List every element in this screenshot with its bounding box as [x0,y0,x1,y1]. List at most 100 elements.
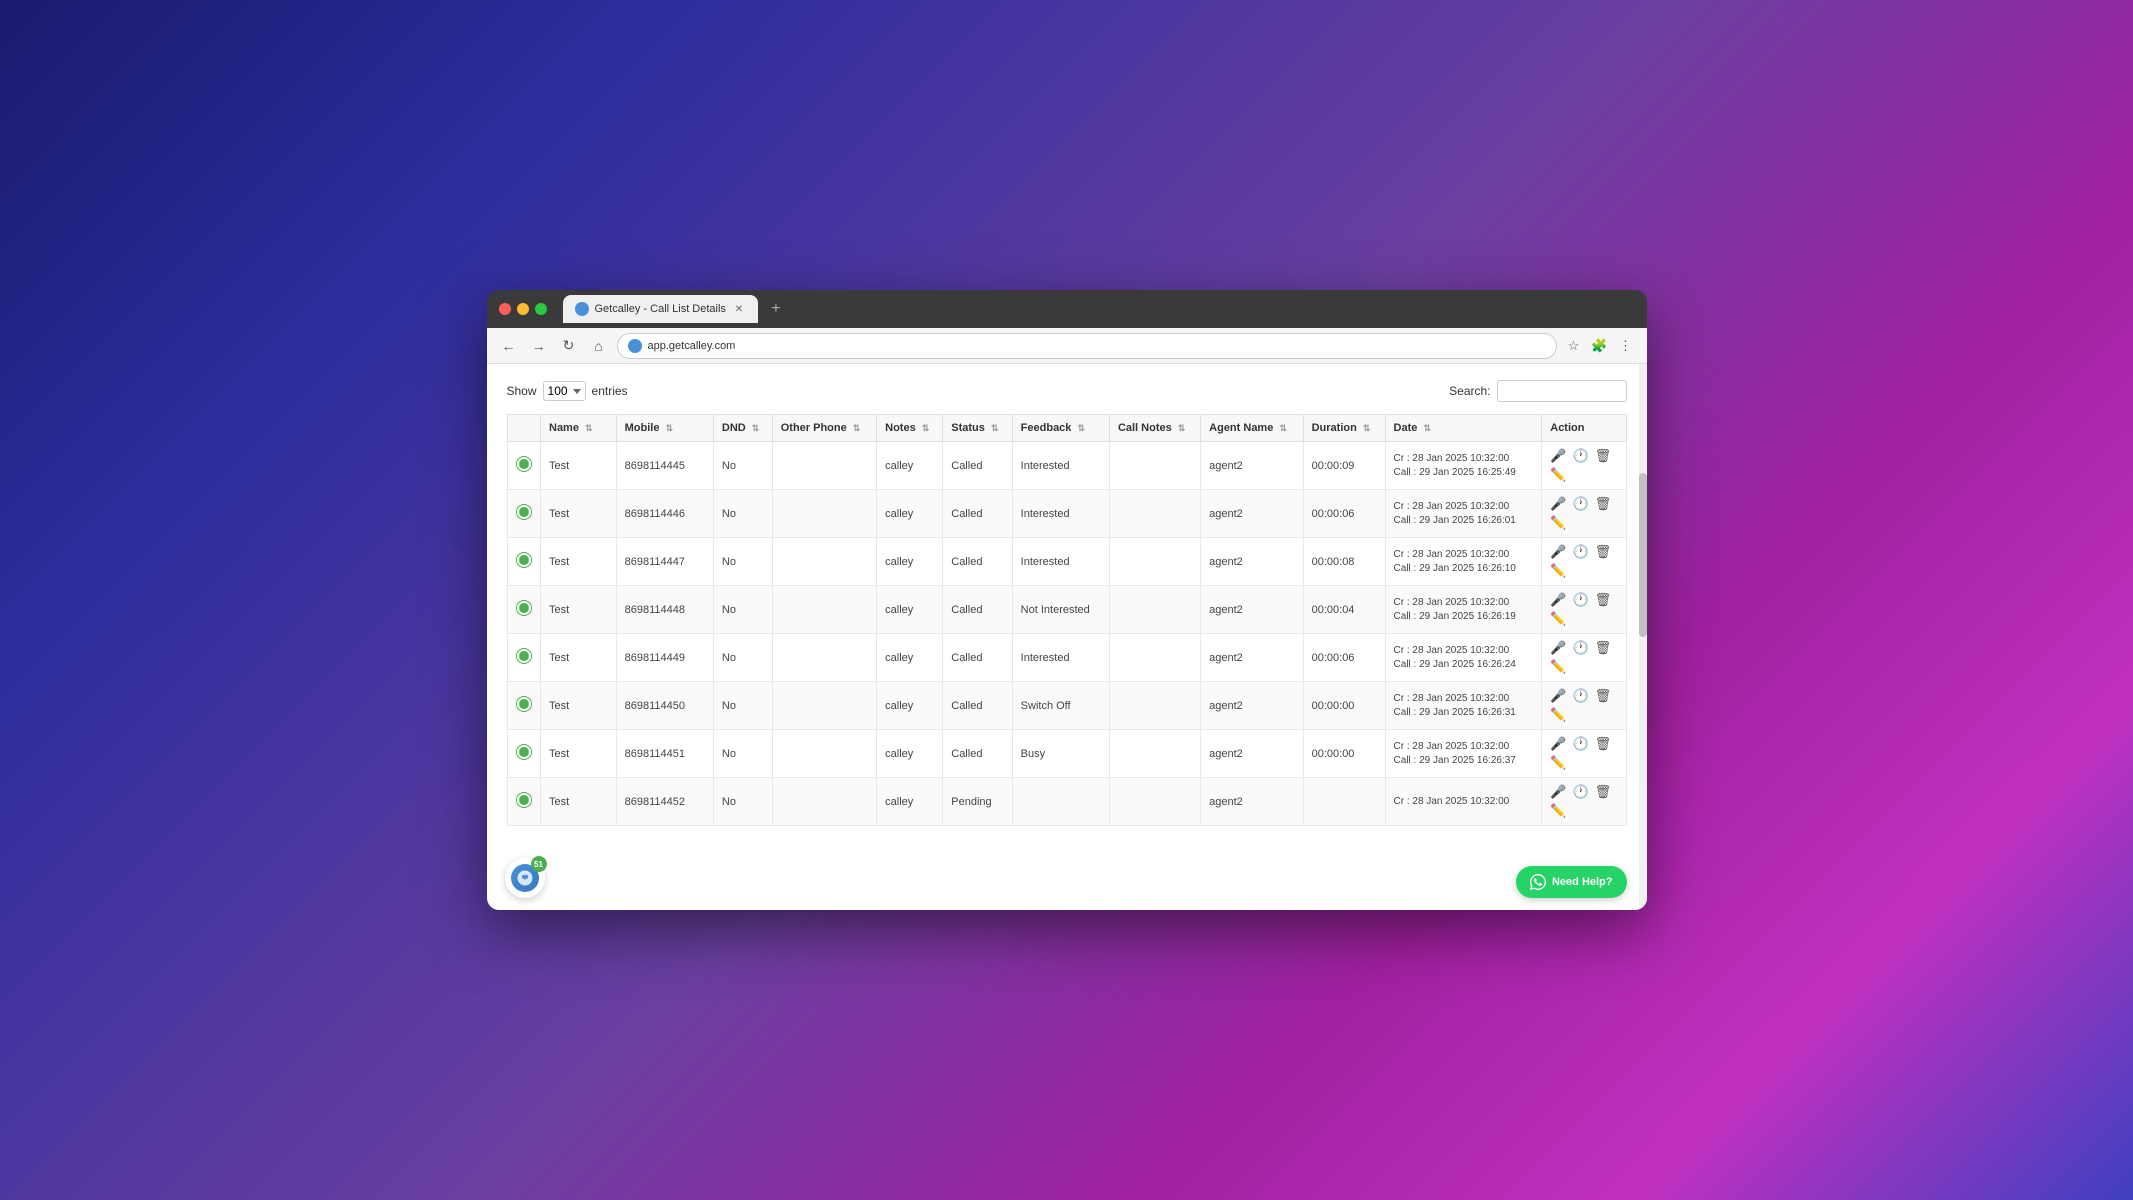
status-dot [517,793,531,807]
history-icon[interactable]: 🕐 [1572,544,1588,560]
address-favicon [628,339,642,353]
microphone-icon[interactable]: 🎤 [1550,496,1566,512]
microphone-icon[interactable]: 🎤 [1550,592,1566,608]
row-mobile: 8698114450 [616,682,713,730]
history-icon[interactable]: 🕐 [1572,640,1588,656]
delete-icon[interactable]: 🗑 [1595,448,1612,464]
th-date[interactable]: Date ⇅ [1385,415,1542,442]
row-agent-name: agent2 [1201,730,1303,778]
microphone-icon[interactable]: 🎤 [1550,688,1566,704]
history-icon[interactable]: 🕐 [1572,496,1588,512]
row-indicator-cell [507,586,541,634]
edit-icon[interactable]: ✏️ [1550,755,1566,771]
microphone-icon[interactable]: 🎤 [1550,544,1566,560]
table-row: Test8698114448NocalleyCalledNot Interest… [507,586,1626,634]
row-other-phone [772,442,876,490]
delete-icon[interactable]: 🗑 [1595,736,1612,752]
row-notes: calley [877,586,943,634]
delete-icon[interactable]: 🗑 [1595,592,1612,608]
toolbar-icons: ☆ 🧩 ⋮ [1563,335,1637,357]
forward-button[interactable]: → [527,334,551,358]
delete-icon[interactable]: 🗑 [1595,496,1612,512]
microphone-icon[interactable]: 🎤 [1550,784,1566,800]
row-agent-name: agent2 [1201,442,1303,490]
entries-select[interactable]: 100 25 50 [543,381,586,401]
bookmark-icon[interactable]: ☆ [1563,335,1585,357]
extension-icon[interactable]: 🧩 [1589,335,1611,357]
back-button[interactable]: ← [497,334,521,358]
minimize-button[interactable] [517,303,529,315]
edit-icon[interactable]: ✏️ [1550,611,1566,627]
row-dnd: No [713,634,772,682]
show-entries-control: Show 100 25 50 entries [507,381,628,401]
sort-other-icon: ⇅ [853,423,861,434]
row-date: Cr : 28 Jan 2025 10:32:00Call : 29 Jan 2… [1385,682,1542,730]
history-icon[interactable]: 🕐 [1572,448,1588,464]
scrollbar-track[interactable] [1639,364,1647,910]
row-duration: 00:00:09 [1303,442,1385,490]
delete-icon[interactable]: 🗑 [1595,784,1612,800]
row-feedback: Interested [1012,634,1109,682]
row-mobile: 8698114447 [616,538,713,586]
th-other-phone[interactable]: Other Phone ⇅ [772,415,876,442]
row-feedback: Interested [1012,490,1109,538]
search-input[interactable] [1497,380,1627,402]
history-icon[interactable]: 🕐 [1572,784,1588,800]
edit-icon[interactable]: ✏️ [1550,563,1566,579]
row-feedback: Interested [1012,442,1109,490]
table-body: Test8698114445NocalleyCalledInterestedag… [507,442,1626,826]
reload-button[interactable]: ↻ [557,334,581,358]
row-call-notes [1109,586,1200,634]
action-icons: 🎤 🕐 🗑 ✏️ [1550,544,1617,579]
scrollbar-thumb[interactable] [1639,473,1647,637]
th-feedback[interactable]: Feedback ⇅ [1012,415,1109,442]
th-agent-name[interactable]: Agent Name ⇅ [1201,415,1303,442]
row-notes: calley [877,442,943,490]
getcalley-badge[interactable]: 51 [505,858,545,898]
action-row-bottom: ✏️ [1550,659,1617,675]
th-mobile[interactable]: Mobile ⇅ [616,415,713,442]
delete-icon[interactable]: 🗑 [1595,640,1612,656]
history-icon[interactable]: 🕐 [1572,592,1588,608]
edit-icon[interactable]: ✏️ [1550,515,1566,531]
microphone-icon[interactable]: 🎤 [1550,736,1566,752]
action-icons: 🎤 🕐 🗑 ✏️ [1550,640,1617,675]
maximize-button[interactable] [535,303,547,315]
need-help-button[interactable]: Need Help? [1516,866,1627,898]
delete-icon[interactable]: 🗑 [1595,544,1612,560]
microphone-icon[interactable]: 🎤 [1550,448,1566,464]
tab-close-icon[interactable]: ✕ [732,302,746,316]
row-duration: 00:00:00 [1303,730,1385,778]
row-duration: 00:00:06 [1303,634,1385,682]
action-icons: 🎤 🕐 🗑 ✏️ [1550,496,1617,531]
th-name[interactable]: Name ⇅ [541,415,617,442]
home-button[interactable]: ⌂ [587,334,611,358]
microphone-icon[interactable]: 🎤 [1550,640,1566,656]
history-icon[interactable]: 🕐 [1572,688,1588,704]
th-dnd[interactable]: DND ⇅ [713,415,772,442]
entries-label: entries [592,384,628,398]
edit-icon[interactable]: ✏️ [1550,707,1566,723]
edit-icon[interactable]: ✏️ [1550,467,1566,483]
row-name: Test [541,634,617,682]
new-tab-button[interactable]: + [766,299,786,319]
browser-tab[interactable]: Getcalley - Call List Details ✕ [563,295,758,323]
sort-status-icon: ⇅ [991,423,999,434]
th-duration[interactable]: Duration ⇅ [1303,415,1385,442]
action-row-bottom: ✏️ [1550,563,1617,579]
close-button[interactable] [499,303,511,315]
edit-icon[interactable]: ✏️ [1550,659,1566,675]
row-status: Called [943,442,1012,490]
address-bar[interactable]: app.getcalley.com [617,333,1557,359]
menu-icon[interactable]: ⋮ [1615,335,1637,357]
table-row: Test8698114447NocalleyCalledInterestedag… [507,538,1626,586]
th-notes[interactable]: Notes ⇅ [877,415,943,442]
th-indicator[interactable] [507,415,541,442]
delete-icon[interactable]: 🗑 [1595,688,1612,704]
th-status[interactable]: Status ⇅ [943,415,1012,442]
action-icons: 🎤 🕐 🗑 ✏️ [1550,592,1617,627]
history-icon[interactable]: 🕐 [1572,736,1588,752]
row-other-phone [772,778,876,826]
th-call-notes[interactable]: Call Notes ⇅ [1109,415,1200,442]
edit-icon[interactable]: ✏️ [1550,803,1566,819]
